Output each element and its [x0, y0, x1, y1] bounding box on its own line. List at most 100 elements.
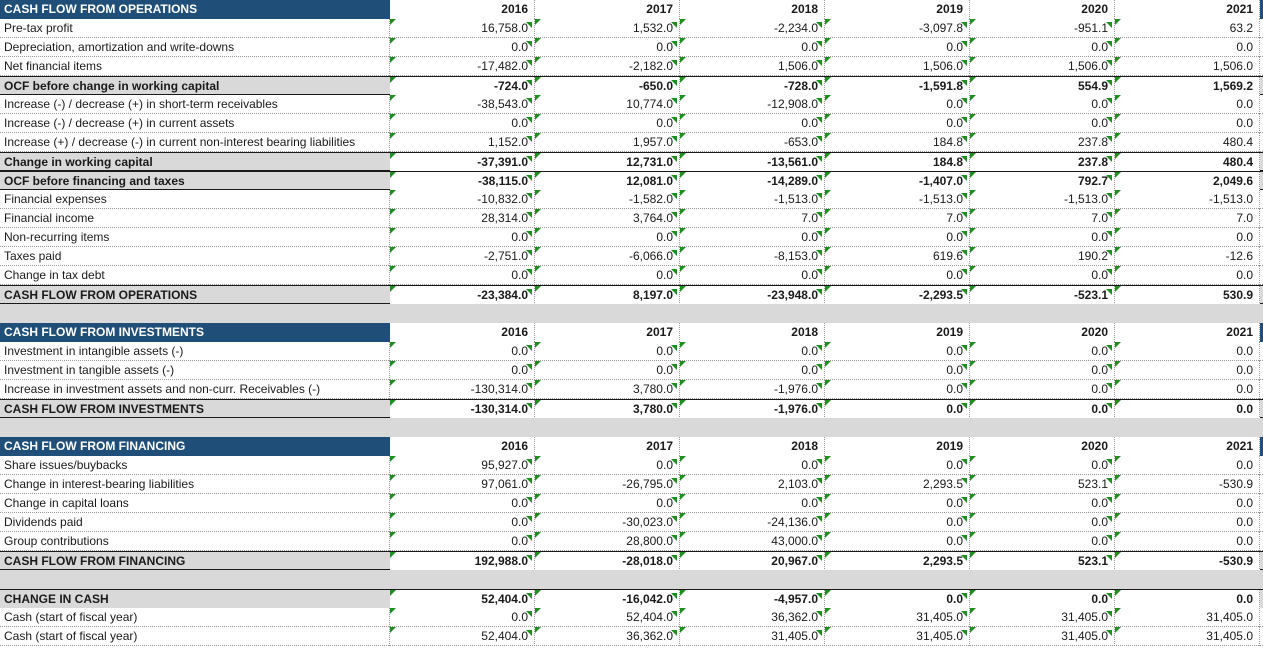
value-cell[interactable]: 0.0	[390, 114, 535, 133]
value-cell[interactable]: 0.0	[970, 456, 1115, 475]
value-cell[interactable]: 3,780.0	[535, 380, 680, 399]
value-cell[interactable]: -38,115.0	[390, 172, 535, 191]
value-cell[interactable]: 31,405.0	[825, 608, 970, 627]
year-header-cell[interactable]: 2021	[1115, 323, 1260, 342]
value-cell[interactable]: -24,136.0	[680, 513, 825, 532]
row-label[interactable]: Pre-tax profit	[0, 19, 390, 38]
value-cell[interactable]: 480.4	[1115, 153, 1260, 172]
value-cell[interactable]: 7.0	[970, 209, 1115, 228]
value-cell[interactable]: 0.0	[970, 380, 1115, 399]
value-cell[interactable]: 0.0	[535, 342, 680, 361]
value-cell[interactable]: -1,582.0	[535, 190, 680, 209]
row-label[interactable]: Investment in intangible assets (-)	[0, 342, 390, 361]
row-label[interactable]: Group contributions	[0, 532, 390, 551]
value-cell[interactable]: 2,049.6	[1115, 172, 1260, 191]
row-label[interactable]: Increase (-) / decrease (+) in current a…	[0, 114, 390, 133]
row-label[interactable]: Change in working capital	[0, 153, 390, 172]
value-cell[interactable]: 31,405.0	[970, 608, 1115, 627]
row-label[interactable]: OCF before financing and taxes	[0, 172, 390, 191]
year-header-cell[interactable]: 2020	[970, 0, 1115, 19]
value-cell[interactable]: 0.0	[970, 400, 1115, 419]
value-cell[interactable]: 0.0	[825, 532, 970, 551]
year-header-cell[interactable]: 2016	[390, 323, 535, 342]
value-cell[interactable]: 43,000.0	[680, 532, 825, 551]
value-cell[interactable]: -130,314.0	[390, 380, 535, 399]
value-cell[interactable]: 0.0	[970, 361, 1115, 380]
year-header-cell[interactable]: 2018	[680, 437, 825, 456]
value-cell[interactable]: 7.0	[1115, 209, 1260, 228]
value-cell[interactable]: 0.0	[825, 400, 970, 419]
value-cell[interactable]: -728.0	[680, 77, 825, 96]
value-cell[interactable]: 0.0	[680, 342, 825, 361]
value-cell[interactable]: 10,774.0	[535, 95, 680, 114]
value-cell[interactable]: -8,153.0	[680, 247, 825, 266]
value-cell[interactable]: -17,482.0	[390, 57, 535, 76]
value-cell[interactable]: 0.0	[535, 456, 680, 475]
row-label[interactable]: OCF before change in working capital	[0, 77, 390, 96]
value-cell[interactable]: -2,234.0	[680, 19, 825, 38]
year-header-cell[interactable]: 2021	[1115, 437, 1260, 456]
value-cell[interactable]: 0.0	[390, 361, 535, 380]
value-cell[interactable]: -530.9	[1115, 475, 1260, 494]
value-cell[interactable]: 554.9	[970, 77, 1115, 96]
value-cell[interactable]: 36,362.0	[680, 608, 825, 627]
value-cell[interactable]: 63.2	[1115, 19, 1260, 38]
value-cell[interactable]: -13,561.0	[680, 153, 825, 172]
value-cell[interactable]: 2,293.5	[825, 552, 970, 571]
value-cell[interactable]: -16,042.0	[535, 590, 680, 609]
value-cell[interactable]: 0.0	[1115, 361, 1260, 380]
row-label[interactable]: Cash (start of fiscal year)	[0, 608, 390, 627]
row-label[interactable]: Change in tax debt	[0, 266, 390, 285]
value-cell[interactable]: 184.8	[825, 133, 970, 152]
value-cell[interactable]: 12,731.0	[535, 153, 680, 172]
value-cell[interactable]: 0.0	[1115, 380, 1260, 399]
row-label[interactable]: Change in interest-bearing liabilities	[0, 475, 390, 494]
value-cell[interactable]: 0.0	[535, 228, 680, 247]
row-label[interactable]: Financial income	[0, 209, 390, 228]
value-cell[interactable]: 190.2	[970, 247, 1115, 266]
value-cell[interactable]: 0.0	[1115, 114, 1260, 133]
value-cell[interactable]: 0.0	[680, 456, 825, 475]
value-cell[interactable]: 0.0	[680, 228, 825, 247]
value-cell[interactable]: 0.0	[390, 228, 535, 247]
value-cell[interactable]: 523.1	[970, 475, 1115, 494]
value-cell[interactable]: 192,988.0	[390, 552, 535, 571]
value-cell[interactable]: 0.0	[825, 266, 970, 285]
value-cell[interactable]: -724.0	[390, 77, 535, 96]
value-cell[interactable]: 0.0	[825, 590, 970, 609]
value-cell[interactable]: 28,314.0	[390, 209, 535, 228]
value-cell[interactable]: 1,957.0	[535, 133, 680, 152]
value-cell[interactable]: -1,591.8	[825, 77, 970, 96]
value-cell[interactable]: 0.0	[680, 266, 825, 285]
row-label[interactable]: Net financial items	[0, 57, 390, 76]
row-label[interactable]: CASH FLOW FROM INVESTMENTS	[0, 400, 390, 419]
value-cell[interactable]: 1,506.0	[1115, 57, 1260, 76]
value-cell[interactable]: 3,764.0	[535, 209, 680, 228]
value-cell[interactable]: 12,081.0	[535, 172, 680, 191]
value-cell[interactable]: -653.0	[680, 133, 825, 152]
value-cell[interactable]: -1,976.0	[680, 400, 825, 419]
value-cell[interactable]: 0.0	[825, 456, 970, 475]
year-header-cell[interactable]: 2019	[825, 437, 970, 456]
value-cell[interactable]: -1,407.0	[825, 172, 970, 191]
value-cell[interactable]: 28,800.0	[535, 532, 680, 551]
value-cell[interactable]: -1,976.0	[680, 380, 825, 399]
value-cell[interactable]: 0.0	[970, 228, 1115, 247]
row-label[interactable]: Depreciation, amortization and write-dow…	[0, 38, 390, 57]
value-cell[interactable]: 2,103.0	[680, 475, 825, 494]
value-cell[interactable]: 0.0	[535, 114, 680, 133]
row-label[interactable]: Increase (+) / decrease (-) in current n…	[0, 133, 390, 152]
value-cell[interactable]: -3,097.8	[825, 19, 970, 38]
year-header-cell[interactable]: 2018	[680, 323, 825, 342]
row-label[interactable]: CASH FLOW FROM FINANCING	[0, 552, 390, 571]
value-cell[interactable]: 0.0	[390, 266, 535, 285]
value-cell[interactable]: 0.0	[970, 513, 1115, 532]
value-cell[interactable]: 0.0	[1115, 342, 1260, 361]
value-cell[interactable]: 0.0	[1115, 95, 1260, 114]
row-label[interactable]: CASH FLOW FROM OPERATIONS	[0, 286, 390, 305]
value-cell[interactable]: 0.0	[970, 342, 1115, 361]
value-cell[interactable]: 0.0	[680, 114, 825, 133]
value-cell[interactable]: 97,061.0	[390, 475, 535, 494]
value-cell[interactable]: -30,023.0	[535, 513, 680, 532]
value-cell[interactable]: 20,967.0	[680, 552, 825, 571]
